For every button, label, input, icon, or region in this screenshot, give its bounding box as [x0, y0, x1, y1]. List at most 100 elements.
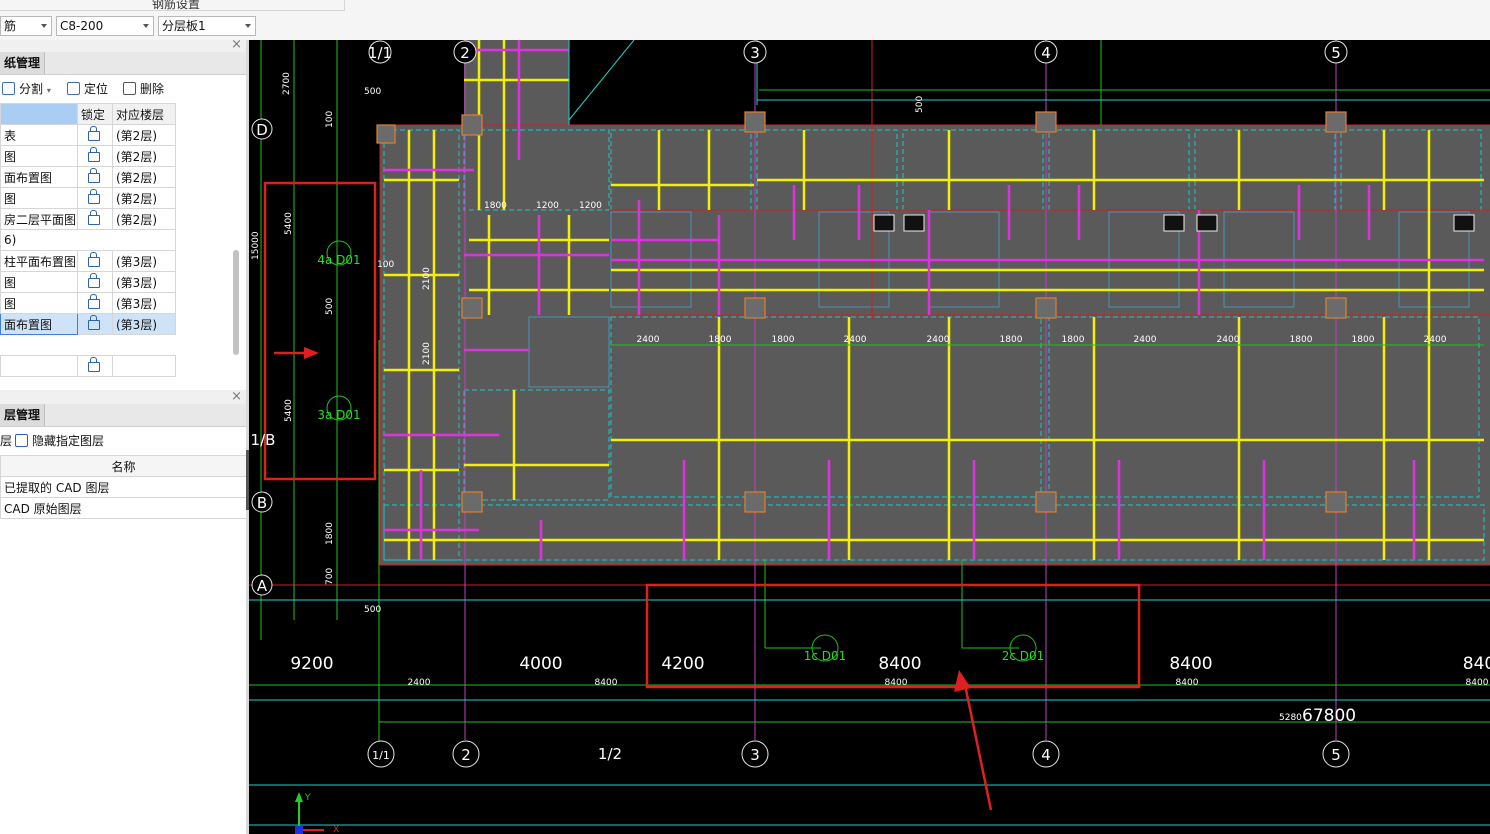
- layer-row[interactable]: CAD 原始图层: [0, 497, 247, 519]
- lock-icon[interactable]: [88, 210, 100, 225]
- row-name: 柱平面布置图: [0, 250, 78, 272]
- cad-drawing-canvas[interactable]: 1/1 2 3 4 5 1/1 2 1/2 3 4 5 D 1/B B A 92…: [249, 40, 1490, 834]
- table-row[interactable]: 图 (第3层): [0, 292, 176, 314]
- lock-icon[interactable]: [88, 168, 100, 183]
- layers-icon: [15, 434, 28, 447]
- layer-row[interactable]: 已提取的 CAD 图层: [0, 476, 247, 498]
- row-name: 图: [0, 187, 78, 209]
- row-floor: (第2层): [112, 208, 176, 230]
- lock-cell[interactable]: [77, 166, 113, 188]
- grid-span-label: 4000: [519, 654, 562, 674]
- axis-label-bottom: 1/1: [372, 749, 390, 762]
- lock-icon[interactable]: [88, 189, 100, 204]
- layer-slab-value: 分层板1: [162, 19, 206, 33]
- annotation-box-left: [263, 181, 377, 481]
- lock-icon[interactable]: [88, 126, 100, 141]
- row-label: B: [257, 494, 267, 512]
- lock-cell[interactable]: [77, 292, 113, 314]
- show-layer-button[interactable]: 层: [0, 432, 12, 450]
- table-group-row[interactable]: 6): [0, 229, 176, 251]
- split-icon: [2, 82, 15, 95]
- axis-bubble-bottom-group: [367, 740, 1350, 768]
- layer-panel-toolbar: 层 隐藏指定图层: [0, 429, 246, 453]
- lock-cell[interactable]: [77, 124, 113, 146]
- table-row-selected[interactable]: 面布置图 (第3层): [0, 313, 176, 335]
- table-row-empty: [1, 335, 176, 356]
- ucs-origin: [295, 826, 303, 834]
- lock-cell[interactable]: [77, 208, 113, 230]
- slab-fill-group: [380, 40, 1490, 565]
- panel-title-strip: ×: [0, 389, 246, 404]
- hide-layer-button[interactable]: 隐藏指定图层: [15, 432, 104, 450]
- lock-icon[interactable]: [88, 294, 100, 309]
- column: [461, 491, 483, 513]
- opening: [1163, 214, 1185, 232]
- lock-icon[interactable]: [88, 273, 100, 288]
- column: [744, 111, 766, 133]
- table-row[interactable]: 表 (第2层): [0, 124, 176, 146]
- beam-tag: 3a D01: [317, 408, 360, 422]
- lock-cell[interactable]: [77, 145, 113, 167]
- chevron-down-icon: [245, 24, 251, 28]
- rebar-spec-select[interactable]: C8-200: [56, 16, 154, 36]
- column: [1325, 297, 1347, 319]
- close-icon[interactable]: ×: [231, 389, 242, 404]
- sub-dim-label: 8400: [885, 678, 908, 688]
- tab-layer-management[interactable]: 层管理: [0, 404, 46, 426]
- layer-table: 名称 已提取的 CAD 图层 CAD 原始图层: [0, 455, 247, 519]
- lock-cell[interactable]: [77, 250, 113, 272]
- cad-drawing-svg[interactable]: 1/1 2 3 4 5 1/1 2 1/2 3 4 5 D 1/B B A 92…: [249, 40, 1490, 834]
- column: [461, 297, 483, 319]
- lock-icon[interactable]: [88, 315, 100, 330]
- lock-cell[interactable]: [77, 355, 113, 377]
- layer-slab-select[interactable]: 分层板1: [158, 16, 256, 36]
- delete-button[interactable]: 删除: [123, 80, 164, 98]
- table-row[interactable]: 图 (第2层): [0, 187, 176, 209]
- panel-title-strip: ×: [0, 37, 246, 52]
- layer-name: 已提取的 CAD 图层: [0, 476, 247, 498]
- column-header-floor[interactable]: 对应楼层: [112, 103, 176, 125]
- sub-dim-label: 2400: [408, 678, 431, 688]
- tab-drawing-management[interactable]: 纸管理: [0, 52, 46, 74]
- lock-cell[interactable]: [77, 187, 113, 209]
- row-name: [0, 355, 78, 377]
- row-name: 表: [0, 124, 78, 146]
- drawing-panel-toolbar: 分割 ▾ 定位 删除: [0, 77, 246, 101]
- arrow-head-icon: [954, 670, 971, 692]
- locate-button[interactable]: 定位: [67, 80, 108, 98]
- close-icon[interactable]: ×: [231, 37, 242, 52]
- rebar-type-select[interactable]: 筋: [0, 16, 52, 36]
- table-row[interactable]: 面布置图 (第2层): [0, 166, 176, 188]
- lock-icon[interactable]: [88, 252, 100, 267]
- split-button[interactable]: 分割 ▾: [2, 80, 51, 98]
- table-row[interactable]: 房二层平面图 (第2层): [0, 208, 176, 230]
- row-floor: (第2层): [112, 124, 176, 146]
- lock-icon[interactable]: [88, 357, 100, 372]
- column-header-lock[interactable]: 锁定: [77, 103, 113, 125]
- column-header-name[interactable]: 名称: [0, 455, 247, 477]
- axis-label-bottom: 3: [750, 746, 760, 764]
- group-label: 6): [0, 229, 176, 251]
- table-row[interactable]: 柱平面布置图 (第3层): [0, 250, 176, 272]
- dim-label: 1800: [1000, 335, 1023, 345]
- grid-span-label: 9200: [290, 654, 333, 674]
- row-floor: (第2层): [112, 145, 176, 167]
- table-row[interactable]: [0, 355, 176, 377]
- dim-label: 2400: [637, 335, 660, 345]
- column: [1035, 491, 1057, 513]
- lock-cell[interactable]: [77, 271, 113, 293]
- table-header-row: 锁定 对应楼层: [0, 103, 176, 125]
- row-floor: [112, 355, 176, 377]
- opening: [1196, 214, 1218, 232]
- grid-span-label: 8400: [878, 654, 921, 674]
- column: [744, 491, 766, 513]
- table-row[interactable]: 图 (第2层): [0, 145, 176, 167]
- dim-label: 2400: [1424, 335, 1447, 345]
- lock-cell[interactable]: [77, 313, 113, 335]
- dim-label: 700: [325, 568, 335, 585]
- vertical-scrollbar[interactable]: [233, 250, 239, 355]
- table-row[interactable]: 图 (第3层): [0, 271, 176, 293]
- dim-label: 1800: [1062, 335, 1085, 345]
- lock-icon[interactable]: [88, 147, 100, 162]
- column-header-name[interactable]: [0, 103, 78, 125]
